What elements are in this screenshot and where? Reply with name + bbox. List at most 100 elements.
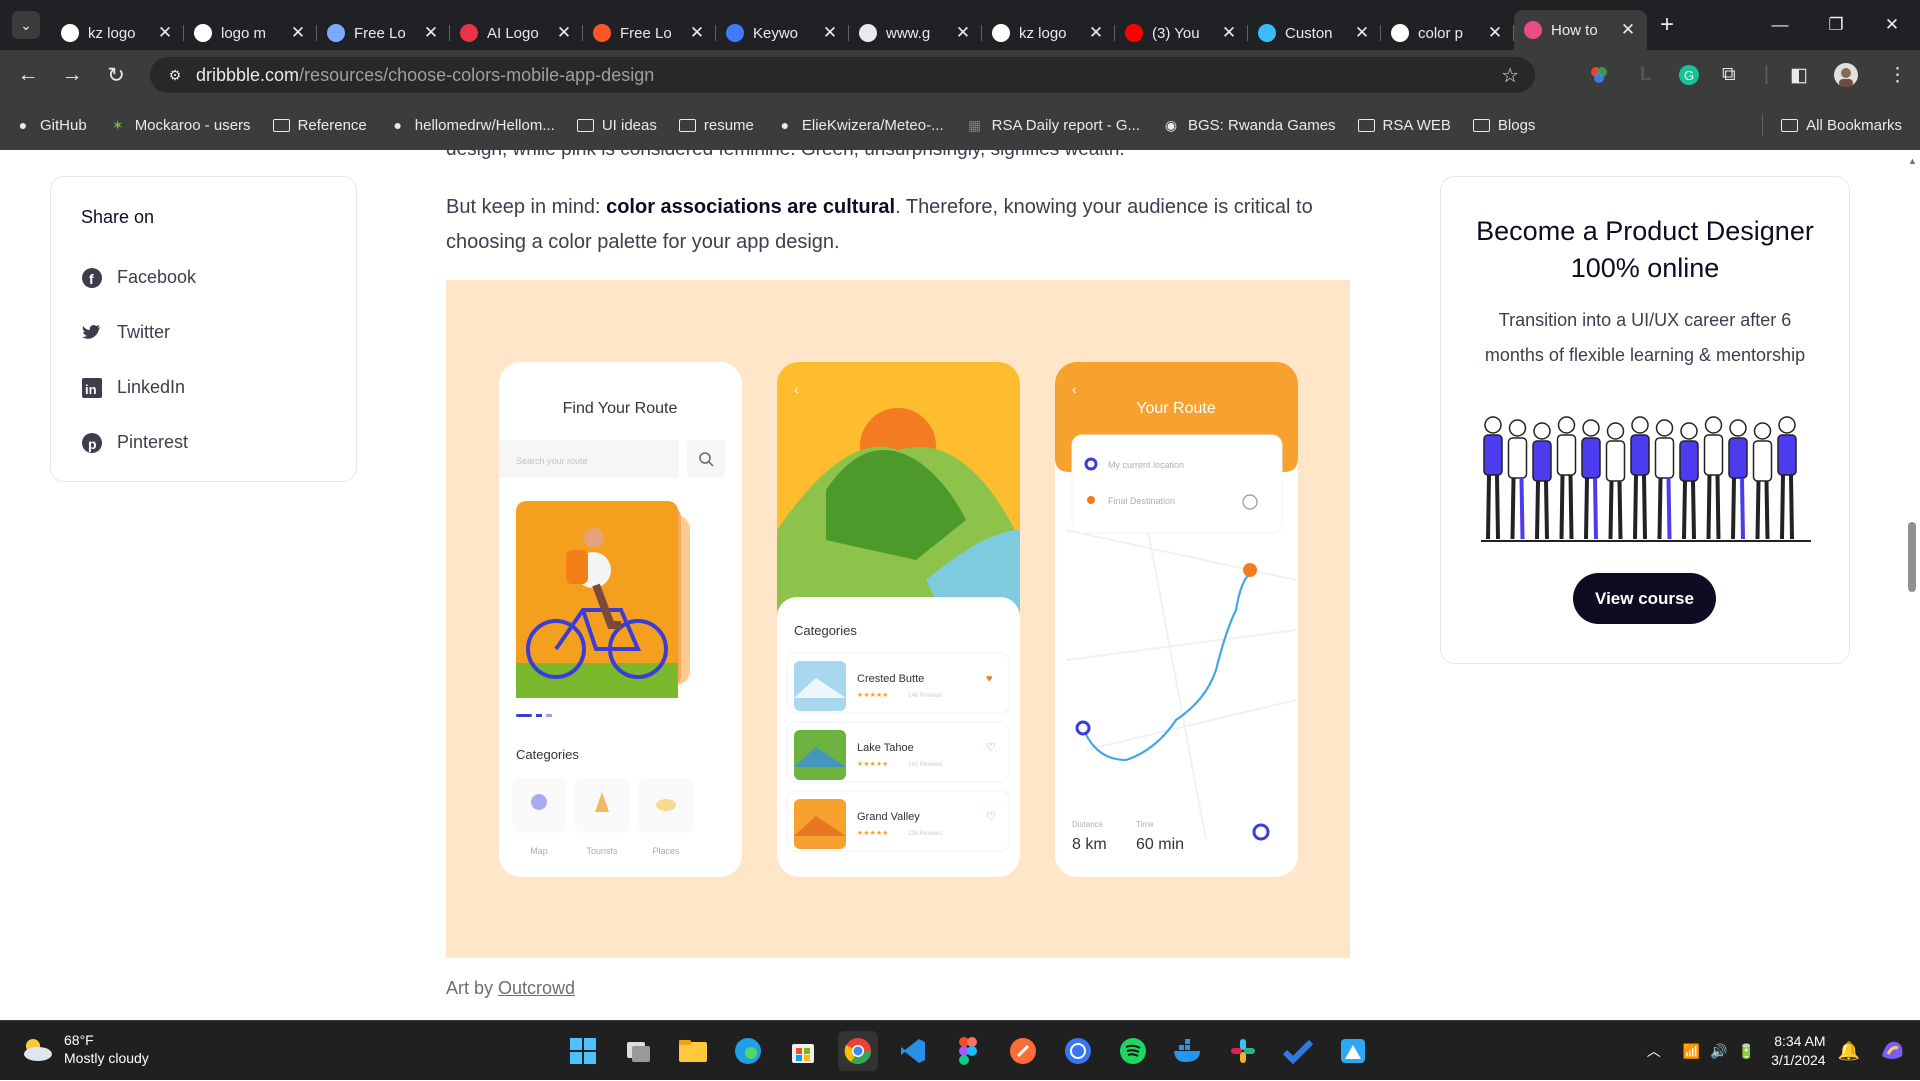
tab-7[interactable]: kz logo ✕ <box>982 16 1115 50</box>
close-tab-icon[interactable]: ✕ <box>156 23 174 43</box>
close-tab-icon[interactable]: ✕ <box>1087 23 1105 43</box>
close-tab-icon[interactable]: ✕ <box>289 23 307 43</box>
volume-icon[interactable]: 🔊 <box>1710 1043 1727 1060</box>
spotify-taskbar-button[interactable] <box>1113 1031 1153 1071</box>
bookmark-10[interactable]: Blogs <box>1472 117 1535 134</box>
site-info-icon[interactable]: ⚙ <box>160 67 190 84</box>
bookmark-2[interactable]: Reference <box>272 116 367 134</box>
tab-6[interactable]: www.g ✕ <box>849 16 982 50</box>
tab-1[interactable]: logo m ✕ <box>184 16 317 50</box>
tab-3[interactable]: AI Logo ✕ <box>450 16 583 50</box>
all-bookmarks-button[interactable]: All Bookmarks <box>1762 114 1902 136</box>
scrollbar-thumb[interactable] <box>1908 522 1916 592</box>
bookmark-7[interactable]: ▦ RSA Daily report - G... <box>966 117 1140 134</box>
browser-toolbar: ← → ↻ ⚙ dribbble.com/resources/choose-co… <box>0 50 1920 100</box>
docker-taskbar-button[interactable] <box>1168 1031 1208 1071</box>
notifications-bell-icon[interactable]: 🔔 <box>1838 1041 1860 1062</box>
bookmark-4[interactable]: UI ideas <box>576 117 657 134</box>
forward-button[interactable]: → <box>50 63 94 87</box>
bookmark-5[interactable]: resume <box>678 117 754 134</box>
edge-icon <box>734 1037 762 1065</box>
bookmark-star-icon[interactable]: ☆ <box>1501 63 1519 88</box>
tab-10[interactable]: color p ✕ <box>1381 16 1514 50</box>
clock[interactable]: 8:34 AM 3/1/2024 <box>1771 1032 1826 1070</box>
bookmark-0[interactable]: ● GitHub <box>14 117 87 134</box>
address-bar[interactable]: ⚙ dribbble.com/resources/choose-colors-m… <box>150 57 1535 93</box>
tab-8[interactable]: (3) You ✕ <box>1115 16 1248 50</box>
close-tab-icon[interactable]: ✕ <box>1486 23 1504 43</box>
figma-taskbar-button[interactable] <box>948 1031 988 1071</box>
todo-taskbar-button[interactable] <box>1278 1031 1318 1071</box>
tab-title: How to <box>1551 21 1598 39</box>
svg-text:f: f <box>89 271 94 287</box>
share-pinterest[interactable]: p Pinterest <box>81 415 356 470</box>
tab-4[interactable]: Free Lo ✕ <box>583 16 716 50</box>
vscode-taskbar-button[interactable] <box>893 1031 933 1071</box>
grammarly-icon[interactable]: G <box>1678 50 1700 100</box>
task-view-taskbar-button[interactable] <box>618 1031 658 1071</box>
bookmark-label: Reference <box>297 116 367 134</box>
slack-taskbar-button[interactable] <box>1223 1031 1263 1071</box>
google-icon <box>992 24 1010 42</box>
signal-taskbar-button[interactable] <box>1058 1031 1098 1071</box>
reviews-count: 136 Reviews <box>908 831 942 837</box>
close-tab-icon[interactable]: ✕ <box>422 23 440 43</box>
copilot-icon[interactable] <box>1878 1036 1906 1067</box>
extension-l-icon[interactable]: L <box>1640 50 1652 100</box>
tab-9[interactable]: Custon ✕ <box>1248 16 1381 50</box>
store-taskbar-button[interactable] <box>783 1031 823 1071</box>
chrome-taskbar-button[interactable] <box>838 1031 878 1071</box>
bookmark-8[interactable]: ◉ BGS: Rwanda Games <box>1162 117 1336 134</box>
reload-button[interactable]: ↻ <box>94 63 138 88</box>
share-facebook[interactable]: f Facebook <box>81 250 356 305</box>
close-tab-icon[interactable]: ✕ <box>954 23 972 43</box>
paint-taskbar-button[interactable] <box>1333 1031 1373 1071</box>
bookmark-1[interactable]: ✶ Mockaroo - users <box>109 117 251 134</box>
show-hidden-icons-icon[interactable]: ︿ <box>1647 1041 1661 1061</box>
extensions-puzzle-icon[interactable]: ⧉ <box>1722 50 1736 100</box>
restore-button[interactable]: ❐ <box>1808 0 1864 50</box>
edge-taskbar-button[interactable] <box>728 1031 768 1071</box>
view-course-button[interactable]: View course <box>1573 573 1716 624</box>
close-tab-icon[interactable]: ✕ <box>1353 23 1371 43</box>
profile-avatar[interactable] <box>1834 50 1858 100</box>
close-tab-icon[interactable]: ✕ <box>555 23 573 43</box>
extension-color-icon[interactable] <box>1588 50 1610 100</box>
share-linkedin[interactable]: in LinkedIn <box>81 360 356 415</box>
svg-text:p: p <box>88 436 97 452</box>
file-explorer-taskbar-button[interactable] <box>673 1031 713 1071</box>
wifi-icon[interactable]: 📶 <box>1683 1043 1700 1060</box>
tab-0[interactable]: kz logo ✕ <box>51 16 184 50</box>
close-window-button[interactable]: ✕ <box>1864 0 1920 50</box>
svg-text:in: in <box>85 382 97 397</box>
tab-2[interactable]: Free Lo ✕ <box>317 16 450 50</box>
bookmark-3[interactable]: ● hellomedrw/Hellom... <box>389 117 555 134</box>
page-scrollbar[interactable]: ▲ <box>1904 150 1920 1020</box>
postman-taskbar-button[interactable] <box>1003 1031 1043 1071</box>
bookmark-6[interactable]: ● ElieKwizera/Meteo-... <box>776 117 944 134</box>
close-tab-icon[interactable]: ✕ <box>688 23 706 43</box>
browser-menu-icon[interactable]: ⋮ <box>1888 50 1907 100</box>
bookmark-9[interactable]: RSA WEB <box>1357 117 1451 134</box>
share-twitter[interactable]: Twitter <box>81 305 356 360</box>
p3-from: My current location <box>1108 460 1184 470</box>
google-icon <box>1391 24 1409 42</box>
tab-11[interactable]: How to ✕ <box>1514 10 1647 50</box>
tab-title: www.g <box>886 24 931 42</box>
tab-search-button[interactable]: ⌄ <box>12 11 40 39</box>
close-tab-icon[interactable]: ✕ <box>1619 20 1637 40</box>
p3-dist: 8 km <box>1072 836 1107 853</box>
windows-start-taskbar-button[interactable] <box>563 1031 603 1071</box>
route-end-pin <box>1243 563 1257 577</box>
battery-icon[interactable]: 🔋 <box>1738 1043 1755 1060</box>
close-tab-icon[interactable]: ✕ <box>821 23 839 43</box>
artist-link[interactable]: Outcrowd <box>498 978 575 998</box>
side-panel-icon[interactable]: ◧ <box>1790 50 1808 100</box>
new-tab-button[interactable]: + <box>1647 11 1687 39</box>
tab-5[interactable]: Keywo ✕ <box>716 16 849 50</box>
back-button[interactable]: ← <box>6 63 50 87</box>
close-tab-icon[interactable]: ✕ <box>1220 23 1238 43</box>
minimize-button[interactable]: — <box>1752 0 1808 50</box>
scroll-up-arrow-icon[interactable]: ▲ <box>1908 156 1917 166</box>
weather-widget[interactable]: 68°F Mostly cloudy <box>20 1031 149 1067</box>
